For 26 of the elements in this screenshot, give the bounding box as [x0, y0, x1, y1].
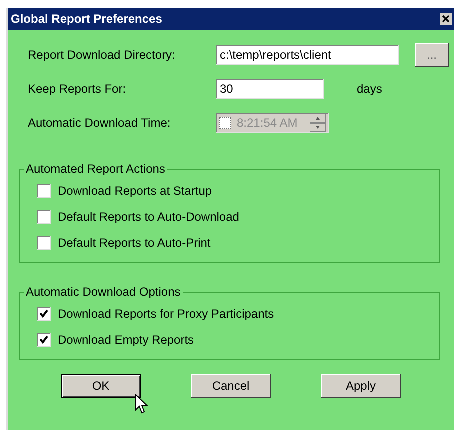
checkbox-label: Default Reports to Auto-Print	[58, 236, 211, 250]
group-title: Automated Report Actions	[25, 162, 166, 176]
checkbox-label: Default Reports to Auto-Download	[58, 210, 240, 224]
checkbox-label: Download Reports at Startup	[58, 184, 212, 198]
checkbox[interactable]	[37, 184, 51, 198]
directory-field[interactable]: c:\temp\reports\client	[216, 45, 399, 65]
field-label: Automatic Download Time:	[28, 116, 172, 130]
dialog-button[interactable]: Apply	[321, 374, 401, 398]
checkbox[interactable]	[37, 307, 51, 321]
window-title: Global Report Preferences	[11, 12, 162, 26]
unit-label: days	[357, 82, 382, 96]
time-value: 8:21:54 AM	[237, 116, 298, 130]
checkbox-label: Download Reports for Proxy Participants	[58, 307, 274, 321]
group-title: Automatic Download Options	[25, 285, 182, 299]
checkbox[interactable]	[37, 210, 51, 224]
browse-button[interactable]: ...	[415, 43, 449, 67]
field-label: Report Download Directory:	[28, 48, 176, 62]
checkbox-label: Download Empty Reports	[58, 333, 194, 347]
dialog-button[interactable]: OK	[61, 374, 141, 398]
checkbox[interactable]	[37, 333, 51, 347]
pointer-cursor-icon	[135, 394, 148, 415]
checkbox[interactable]	[37, 236, 51, 250]
close-icon[interactable]	[440, 13, 452, 25]
dialog-button[interactable]: Cancel	[191, 374, 271, 398]
days-field[interactable]: 30	[216, 79, 324, 99]
field-label: Keep Reports For:	[28, 82, 128, 96]
